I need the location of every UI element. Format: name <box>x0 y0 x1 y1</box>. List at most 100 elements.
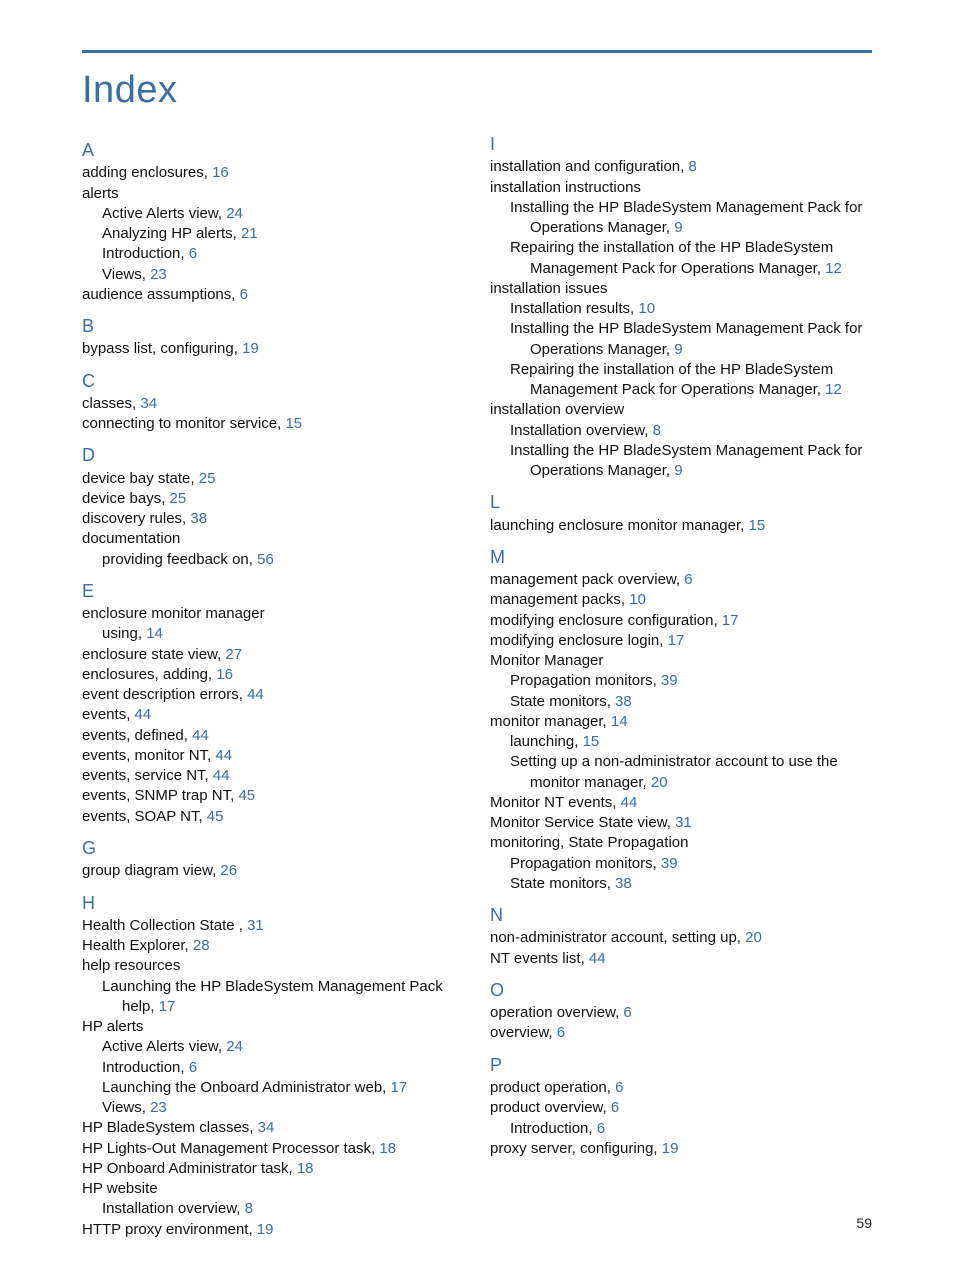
page-ref-link[interactable]: 26 <box>220 862 237 879</box>
entry-text: monitoring, State Propagation <box>490 834 688 851</box>
page-ref-link[interactable]: 44 <box>213 767 230 784</box>
page-ref-link[interactable]: 39 <box>661 855 678 872</box>
entry-text: HP BladeSystem classes, <box>82 1119 258 1136</box>
page-ref-link[interactable]: 17 <box>391 1079 408 1096</box>
index-entry: Health Collection State , 31 <box>82 916 464 936</box>
page-ref-link[interactable]: 15 <box>583 733 600 750</box>
page-ref-link[interactable]: 39 <box>661 672 678 689</box>
page-ref-link[interactable]: 17 <box>722 612 739 629</box>
index-entry: Installing the HP BladeSystem Management… <box>490 441 872 482</box>
page-ref-link[interactable]: 6 <box>189 245 197 262</box>
index-entry: monitoring, State Propagation <box>490 833 872 853</box>
page-ref-link[interactable]: 6 <box>597 1120 605 1137</box>
page-ref-link[interactable]: 17 <box>159 998 176 1015</box>
page-ref-link[interactable]: 6 <box>611 1099 619 1116</box>
page-ref-link[interactable]: 38 <box>190 510 207 527</box>
entry-text: Installing the HP BladeSystem Management… <box>510 199 862 236</box>
page-ref-link[interactable]: 31 <box>675 814 692 831</box>
index-entry: modifying enclosure configuration, 17 <box>490 611 872 631</box>
page-ref-link[interactable]: 19 <box>662 1140 679 1157</box>
page-ref-link[interactable]: 12 <box>825 260 842 277</box>
page-ref-link[interactable]: 9 <box>674 462 682 479</box>
entry-text: events, SNMP trap NT, <box>82 787 238 804</box>
index-letter: M <box>490 545 872 569</box>
page-ref-link[interactable]: 38 <box>615 875 632 892</box>
page-ref-link[interactable]: 24 <box>226 205 243 222</box>
page-ref-link[interactable]: 6 <box>623 1004 631 1021</box>
page-ref-link[interactable]: 16 <box>212 164 229 181</box>
page-ref-link[interactable]: 45 <box>238 787 255 804</box>
page-ref-link[interactable]: 19 <box>242 340 259 357</box>
page-ref-link[interactable]: 16 <box>216 666 233 683</box>
page-ref-link[interactable]: 45 <box>207 808 224 825</box>
page-ref-link[interactable]: 6 <box>189 1059 197 1076</box>
page-ref-link[interactable]: 10 <box>629 591 646 608</box>
page-ref-link[interactable]: 15 <box>749 517 766 534</box>
page-ref-link[interactable]: 8 <box>688 158 696 175</box>
page-ref-link[interactable]: 6 <box>684 571 692 588</box>
page-ref-link[interactable]: 23 <box>150 266 167 283</box>
entry-text: Repairing the installation of the HP Bla… <box>510 361 833 398</box>
index-section: Llaunching enclosure monitor manager, 15 <box>490 490 872 536</box>
page-ref-link[interactable]: 31 <box>247 917 264 934</box>
index-entry: Monitor Service State view, 31 <box>490 813 872 833</box>
entry-text: Installation overview, <box>102 1200 245 1217</box>
page-ref-link[interactable]: 14 <box>146 625 163 642</box>
index-letter: D <box>82 443 464 467</box>
index-entry: Installing the HP BladeSystem Management… <box>490 198 872 239</box>
page-ref-link[interactable]: 8 <box>245 1200 253 1217</box>
page-ref-link[interactable]: 44 <box>192 727 209 744</box>
page-ref-link[interactable]: 6 <box>557 1024 565 1041</box>
page-ref-link[interactable]: 44 <box>589 950 606 967</box>
entry-text: Introduction, <box>510 1120 597 1137</box>
index-letter: E <box>82 579 464 603</box>
page-ref-link[interactable]: 34 <box>140 395 157 412</box>
page-ref-link[interactable]: 34 <box>258 1119 275 1136</box>
entry-text: Views, <box>102 1099 150 1116</box>
page-ref-link[interactable]: 18 <box>297 1160 314 1177</box>
page-ref-link[interactable]: 25 <box>170 490 187 507</box>
page-ref-link[interactable]: 9 <box>674 341 682 358</box>
page-ref-link[interactable]: 8 <box>653 422 661 439</box>
entry-text: Propagation monitors, <box>510 855 661 872</box>
page-ref-link[interactable]: 9 <box>674 219 682 236</box>
entry-text: connecting to monitor service, <box>82 415 285 432</box>
entry-text: device bays, <box>82 490 170 507</box>
entry-text: Repairing the installation of the HP Bla… <box>510 239 833 276</box>
index-columns: Aadding enclosures, 16alertsActive Alert… <box>82 132 872 1240</box>
page-ref-link[interactable]: 12 <box>825 381 842 398</box>
index-entry: alerts <box>82 184 464 204</box>
index-section: Iinstallation and configuration, 8instal… <box>490 132 872 481</box>
index-entry: HP BladeSystem classes, 34 <box>82 1118 464 1138</box>
page-ref-link[interactable]: 20 <box>745 929 762 946</box>
entry-text: installation overview <box>490 401 624 418</box>
entry-text: product overview, <box>490 1099 611 1116</box>
index-letter: B <box>82 314 464 338</box>
page-ref-link[interactable]: 10 <box>638 300 655 317</box>
entry-text: providing feedback on, <box>102 551 257 568</box>
entry-text: modifying enclosure configuration, <box>490 612 722 629</box>
page-ref-link[interactable]: 14 <box>611 713 628 730</box>
page-ref-link[interactable]: 44 <box>135 706 152 723</box>
page-ref-link[interactable]: 44 <box>621 794 638 811</box>
page-ref-link[interactable]: 44 <box>247 686 264 703</box>
page-ref-link[interactable]: 25 <box>199 470 216 487</box>
page-ref-link[interactable]: 6 <box>615 1079 623 1096</box>
page-ref-link[interactable]: 17 <box>668 632 685 649</box>
page-ref-link[interactable]: 18 <box>379 1140 396 1157</box>
page-ref-link[interactable]: 38 <box>615 693 632 710</box>
page-ref-link[interactable]: 28 <box>193 937 210 954</box>
page-ref-link[interactable]: 56 <box>257 551 274 568</box>
page-ref-link[interactable]: 27 <box>225 646 242 663</box>
entry-text: HP Onboard Administrator task, <box>82 1160 297 1177</box>
page-ref-link[interactable]: 21 <box>241 225 258 242</box>
page-ref-link[interactable]: 20 <box>651 774 668 791</box>
page-ref-link[interactable]: 44 <box>215 747 232 764</box>
page-ref-link[interactable]: 24 <box>226 1038 243 1055</box>
entry-text: non-administrator account, setting up, <box>490 929 745 946</box>
page-ref-link[interactable]: 6 <box>240 286 248 303</box>
page-ref-link[interactable]: 19 <box>257 1221 274 1238</box>
page-ref-link[interactable]: 15 <box>285 415 302 432</box>
page-ref-link[interactable]: 23 <box>150 1099 167 1116</box>
index-letter: P <box>490 1053 872 1077</box>
